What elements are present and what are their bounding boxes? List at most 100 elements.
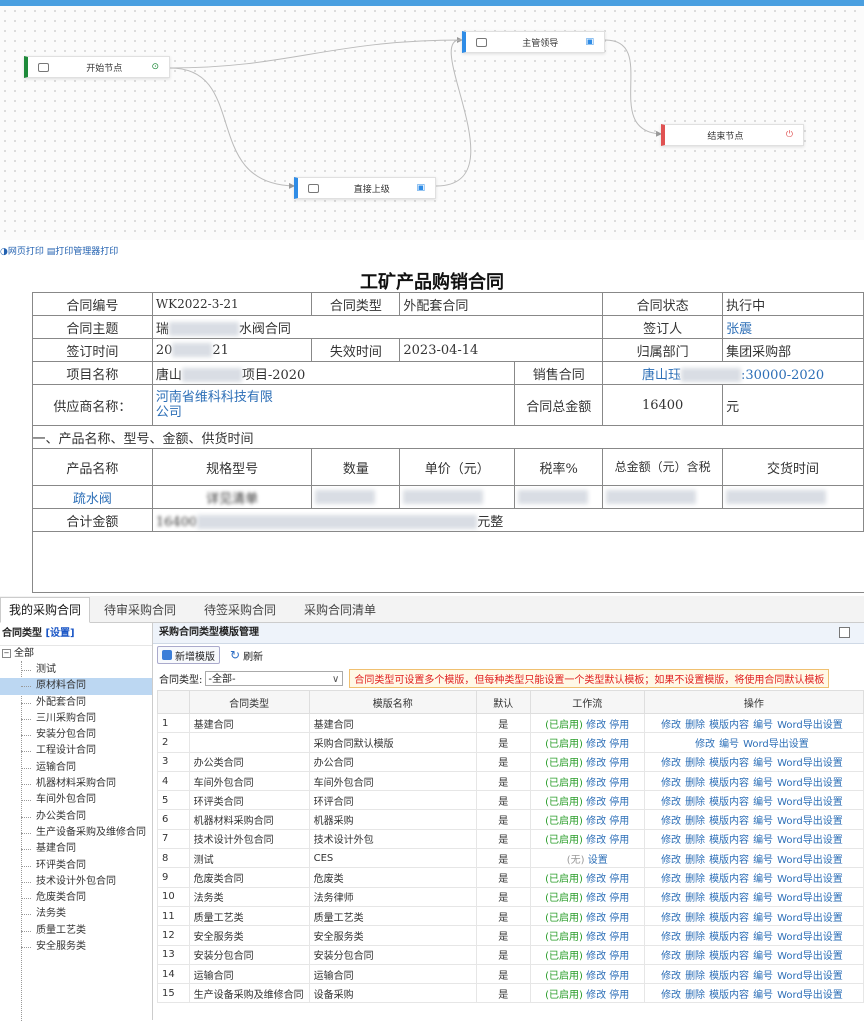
edit-link[interactable]: 修改 (661, 913, 681, 924)
word-export-link[interactable]: Word导出设置 (777, 720, 843, 731)
word-export-link[interactable]: Word导出设置 (777, 855, 843, 866)
collapse-toggle-icon[interactable]: − (2, 648, 11, 658)
template-content-link[interactable]: 模版内容 (709, 990, 749, 1001)
edit-link[interactable]: 修改 (661, 971, 681, 982)
flow-node-start[interactable]: 开始节点 ⊙ (24, 56, 170, 78)
tab-pending-review[interactable]: 待审采购合同 (90, 598, 190, 622)
tree-item[interactable]: 技术设计外包合同 (0, 874, 152, 890)
table-row[interactable]: 1 基建合同 基建合同是 (已启用) 修改 停用 修改 删除 模版内容 编号 Word导出设置 (157, 712, 864, 734)
workflow-edit-link[interactable]: 修改 (586, 893, 606, 904)
contract-type-select[interactable]: -全部- ∨ (205, 670, 344, 686)
workflow-edit-link[interactable]: 修改 (586, 758, 606, 769)
word-export-link[interactable]: Word导出设置 (777, 990, 843, 1001)
template-content-link[interactable]: 模版内容 (709, 874, 749, 885)
delete-link[interactable]: 删除 (685, 778, 705, 789)
assign-icon[interactable]: ▣ (416, 183, 425, 193)
workflow-stop-link[interactable]: 停用 (609, 797, 629, 808)
code-link[interactable]: 编号 (753, 835, 773, 846)
workflow-edit-link[interactable]: 修改 (586, 816, 606, 827)
word-export-link[interactable]: Word导出设置 (777, 913, 843, 924)
table-row[interactable]: 10 法务类 法务律师是 (已启用) 修改 停用 修改 删除 模版内容 编号 Word导出设置 (157, 886, 864, 907)
workflow-stop-link[interactable]: 停用 (609, 778, 629, 789)
tree-settings-link[interactable]: [设置] (45, 628, 74, 639)
code-link[interactable]: 编号 (753, 778, 773, 789)
edit-link[interactable]: 修改 (661, 835, 681, 846)
tree-item[interactable]: 三川采购合同 (0, 711, 152, 727)
tree-item[interactable]: 测试 (0, 662, 152, 678)
code-link[interactable]: 编号 (753, 932, 773, 943)
tree-item[interactable]: 安全服务类 (0, 939, 152, 955)
delete-link[interactable]: 删除 (685, 816, 705, 827)
tree-item[interactable]: 基建合同 (0, 841, 152, 857)
template-content-link[interactable]: 模版内容 (709, 855, 749, 866)
word-export-link[interactable]: Word导出设置 (777, 951, 843, 962)
workflow-edit-link[interactable]: 修改 (586, 739, 606, 750)
delete-link[interactable]: 删除 (685, 855, 705, 866)
word-export-link[interactable]: Word导出设置 (777, 816, 843, 827)
table-row[interactable]: 13 安装分包合同 安装分包合同是 (已启用) 修改 停用 修改 删除 模版内容 编号 Word… (157, 944, 864, 965)
code-link[interactable]: 编号 (753, 855, 773, 866)
assign-icon[interactable]: ▣ (585, 37, 594, 47)
workflow-edit-link[interactable]: 修改 (586, 913, 606, 924)
code-link[interactable]: 编号 (753, 990, 773, 1001)
workflow-edit-link[interactable]: 修改 (586, 990, 606, 1001)
table-row[interactable]: 11 质量工艺类 质量工艺类是 (已启用) 修改 停用 修改 删除 模版内容 编号 Word导出… (157, 905, 864, 927)
tree-root[interactable]: − 全部 (0, 646, 152, 662)
workflow-stop-link[interactable]: 停用 (609, 874, 629, 885)
table-row[interactable]: 6 机器材料采购合同 机器采购是 (已启用) 修改 停用 修改 删除 模版内容 编号 Word导… (157, 809, 864, 830)
template-content-link[interactable]: 模版内容 (709, 720, 749, 731)
delete-link[interactable]: 删除 (685, 893, 705, 904)
template-content-link[interactable]: 模版内容 (709, 893, 749, 904)
edit-link[interactable]: 修改 (661, 951, 681, 962)
word-export-link[interactable]: Word导出设置 (777, 797, 843, 808)
code-link[interactable]: 编号 (753, 758, 773, 769)
workflow-edit-link[interactable]: 修改 (586, 797, 606, 808)
table-row[interactable]: 8 测试 CES 是 (无) 设置 修改 删除 模版内容 编号 Word导出设置 (157, 848, 864, 869)
edit-link[interactable]: 修改 (695, 739, 715, 750)
table-row[interactable]: 2 采购合同默认模版是 (已启用) 修改 停用 修改 编号 Word导出设置 (157, 732, 864, 753)
delete-link[interactable]: 删除 (685, 797, 705, 808)
workflow-edit-link[interactable]: 修改 (586, 778, 606, 789)
workflow-stop-link[interactable]: 停用 (609, 913, 629, 924)
tree-item[interactable]: 生产设备采购及维修合同 (0, 825, 152, 841)
workflow-stop-link[interactable]: 停用 (609, 932, 629, 943)
delete-link[interactable]: 删除 (685, 932, 705, 943)
word-export-link[interactable]: Word导出设置 (777, 778, 843, 789)
word-export-link[interactable]: Word导出设置 (777, 932, 843, 943)
word-export-link[interactable]: Word导出设置 (777, 893, 843, 904)
code-link[interactable]: 编号 (719, 739, 739, 750)
workflow-stop-link[interactable]: 停用 (609, 990, 629, 1001)
delete-link[interactable]: 删除 (685, 990, 705, 1001)
web-print-link[interactable]: ◑网页打印 (0, 247, 44, 257)
code-link[interactable]: 编号 (753, 893, 773, 904)
workflow-stop-link[interactable]: 停用 (609, 739, 629, 750)
word-export-link[interactable]: Word导出设置 (777, 835, 843, 846)
tree-item[interactable]: 办公类合同 (0, 809, 152, 825)
tab-pending-sign[interactable]: 待签采购合同 (190, 598, 290, 622)
template-content-link[interactable]: 模版内容 (709, 932, 749, 943)
play-icon[interactable]: ⊙ (151, 62, 159, 72)
supplier-link[interactable]: 河南省维科科技有限 公司 (151, 384, 516, 426)
delete-link[interactable]: 删除 (685, 971, 705, 982)
word-export-link[interactable]: Word导出设置 (777, 758, 843, 769)
template-content-link[interactable]: 模版内容 (709, 778, 749, 789)
table-row[interactable]: 9 危废类合同 危废类是 (已启用) 修改 停用 修改 删除 模版内容 编号 Word导出设置 (157, 867, 864, 888)
workflow-edit-link[interactable]: 修改 (586, 874, 606, 885)
delete-link[interactable]: 删除 (685, 720, 705, 731)
code-link[interactable]: 编号 (753, 951, 773, 962)
delete-link[interactable]: 删除 (685, 913, 705, 924)
table-row[interactable]: 15 生产设备采购及维修合同 设备采购是 (已启用) 修改 停用 修改 删除 模版内容 编号 W… (157, 983, 864, 1004)
edit-link[interactable]: 修改 (661, 720, 681, 731)
code-link[interactable]: 编号 (753, 816, 773, 827)
tree-item[interactable]: 机器材料采购合同 (0, 776, 152, 792)
code-link[interactable]: 编号 (753, 971, 773, 982)
tree-item[interactable]: 危废类合同 (0, 890, 152, 906)
edit-link[interactable]: 修改 (661, 816, 681, 827)
tree-item[interactable]: 环评类合同 (0, 858, 152, 874)
edit-link[interactable]: 修改 (661, 990, 681, 1001)
edit-link[interactable]: 修改 (661, 778, 681, 789)
workflow-stop-link[interactable]: 停用 (609, 951, 629, 962)
tree-item[interactable]: 原材料合同 (0, 678, 152, 695)
word-export-link[interactable]: Word导出设置 (777, 874, 843, 885)
template-content-link[interactable]: 模版内容 (709, 835, 749, 846)
